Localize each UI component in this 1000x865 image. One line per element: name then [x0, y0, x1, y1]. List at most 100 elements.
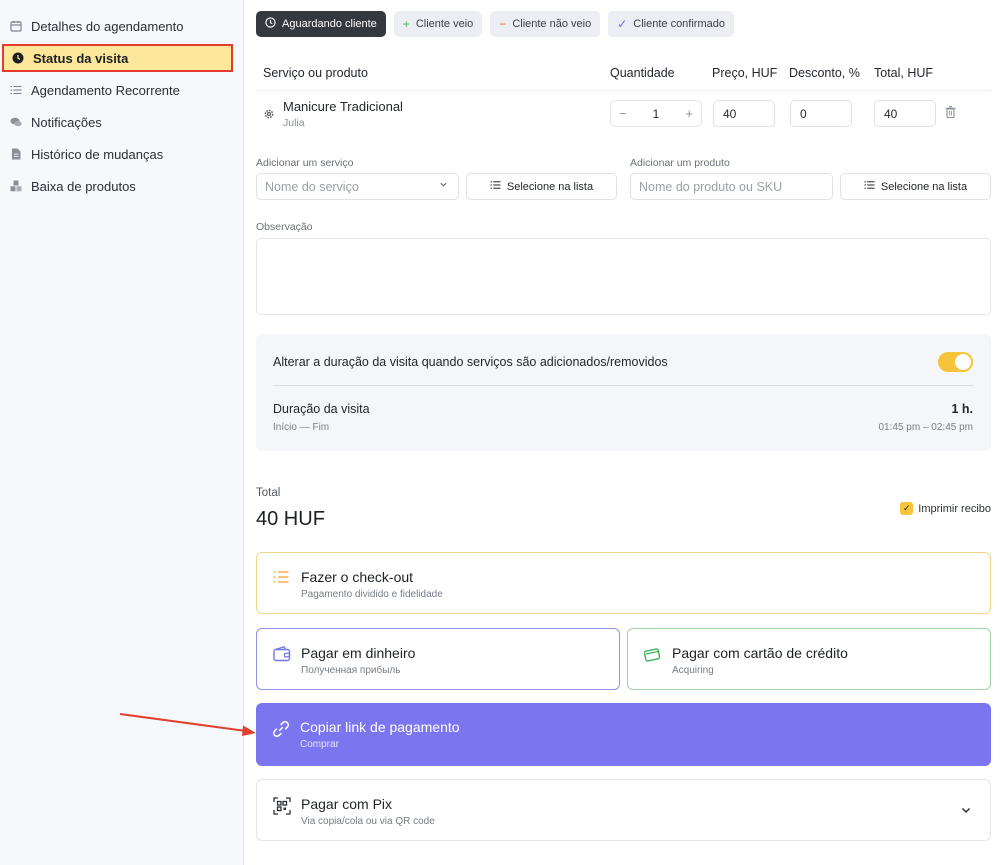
- add-service-label: Adicionar um serviço: [256, 157, 354, 169]
- duration-subtitle: Início — Fim: [273, 422, 330, 433]
- status-came-label: Cliente veio: [415, 18, 474, 30]
- column-quantity: Quantidade: [610, 66, 675, 80]
- calendar-icon: [10, 20, 22, 32]
- copy-payment-link-title: Copiar link de pagamento: [300, 719, 460, 735]
- duration-toggle-label: Alterar a duração da visita quando servi…: [273, 355, 668, 369]
- status-not-came-label: Cliente não veio: [512, 18, 592, 30]
- clock-icon: [12, 52, 24, 64]
- product-name-placeholder: Nome do produto ou SKU: [639, 179, 783, 194]
- decrement-button[interactable]: −: [619, 106, 627, 121]
- product-name-input[interactable]: Nome do produto ou SKU: [630, 173, 833, 200]
- status-not-came-button[interactable]: − Cliente não veio: [490, 11, 601, 37]
- column-total: Total, HUF: [874, 66, 934, 80]
- divider: [273, 385, 973, 386]
- status-confirmed-button[interactable]: ✓ Cliente confirmado: [608, 11, 734, 37]
- sidebar-item-history[interactable]: Histórico de mudanças: [2, 140, 233, 168]
- duration-title: Duração da visita: [273, 402, 370, 416]
- service-name: Manicure Tradicional: [283, 99, 403, 114]
- checkbox-checked-icon: ✓: [900, 502, 914, 515]
- list-icon: [490, 180, 501, 193]
- sidebar-item-label: Notificações: [31, 114, 102, 130]
- visit-status-bar: Aguardando cliente + Cliente veio − Clie…: [256, 11, 734, 37]
- discount-field[interactable]: 0: [790, 100, 852, 127]
- document-icon: [10, 148, 22, 160]
- table-row: Manicure Tradicional Julia − 1 + 40 0 40: [256, 98, 991, 138]
- duration-panel: Alterar a duração da visita quando servi…: [256, 334, 991, 451]
- quantity-stepper: − 1 +: [610, 100, 702, 127]
- sidebar-item-label: Histórico de mudanças: [31, 146, 164, 162]
- annotation-arrow-icon: [119, 713, 256, 736]
- print-receipt-checkbox[interactable]: ✓ Imprimir recibo: [900, 502, 991, 515]
- boxes-icon: [10, 180, 22, 192]
- trash-icon[interactable]: [945, 106, 956, 121]
- chevron-down-icon[interactable]: [960, 803, 972, 815]
- price-field[interactable]: 40: [713, 100, 775, 127]
- status-waiting-button[interactable]: Aguardando cliente: [256, 11, 386, 37]
- service-name-placeholder: Nome do serviço: [265, 179, 359, 194]
- pay-cash-title: Pagar em dinheiro: [301, 645, 416, 661]
- credit-card-icon: [643, 646, 662, 664]
- sidebar-item-label: Detalhes do agendamento: [31, 18, 184, 34]
- link-icon: [272, 720, 290, 738]
- check-icon: ✓: [617, 17, 628, 31]
- select-service-list-button[interactable]: Selecione na lista: [466, 173, 617, 200]
- checkout-title: Fazer o check-out: [301, 569, 414, 585]
- plus-icon: +: [402, 17, 410, 31]
- chat-icon: [10, 116, 22, 128]
- note-textarea[interactable]: [256, 238, 991, 315]
- duration-value: 1 h.: [951, 402, 973, 416]
- select-product-list-label: Selecione na lista: [880, 180, 968, 193]
- duration-toggle[interactable]: [938, 352, 973, 372]
- note-label: Observação: [256, 221, 313, 233]
- sidebar-item-visit-status[interactable]: Status da visita: [2, 44, 233, 72]
- copy-payment-link-button[interactable]: Copiar link de pagamento Comprar: [256, 703, 991, 766]
- pay-pix-subtitle: Via copia/cola ou via QR code: [301, 816, 435, 827]
- list-icon: [273, 570, 291, 588]
- service-name-input[interactable]: Nome do serviço: [256, 173, 459, 200]
- pay-pix-title: Pagar com Pix: [301, 796, 393, 812]
- service-staff: Julia: [283, 117, 305, 129]
- pay-credit-subtitle: Acquiring: [672, 665, 714, 676]
- gear-icon: [263, 108, 275, 123]
- copy-payment-link-subtitle: Comprar: [300, 739, 339, 750]
- sidebar-item-notifications[interactable]: Notificações: [2, 108, 233, 136]
- sidebar-item-product-writeoff[interactable]: Baixa de produtos: [2, 172, 233, 200]
- status-waiting-label: Aguardando cliente: [282, 18, 377, 30]
- select-service-list-label: Selecione na lista: [506, 180, 594, 193]
- pay-cash-subtitle: Полученная прибыль: [301, 665, 401, 676]
- list-icon: [10, 84, 22, 96]
- sidebar-item-label: Agendamento Recorrente: [31, 82, 180, 98]
- sidebar-item-recurring[interactable]: Agendamento Recorrente: [2, 76, 233, 104]
- print-receipt-label: Imprimir recibo: [918, 502, 991, 515]
- select-product-list-button[interactable]: Selecione na lista: [840, 173, 991, 200]
- status-came-button[interactable]: + Cliente veio: [393, 11, 483, 37]
- sidebar-item-appointment-details[interactable]: Detalhes do agendamento: [2, 12, 233, 40]
- divider: [256, 90, 991, 91]
- total-label: Total: [256, 487, 281, 499]
- duration-time-range: 01:45 pm – 02:45 pm: [878, 422, 973, 433]
- main-panel: Aguardando cliente + Cliente veio − Clie…: [256, 0, 991, 865]
- quantity-value[interactable]: 1: [653, 107, 660, 121]
- column-discount: Desconto, %: [789, 66, 860, 80]
- minus-icon: −: [499, 17, 507, 31]
- pay-credit-title: Pagar com cartão de crédito: [672, 645, 848, 661]
- checkout-card[interactable]: Fazer o check-out Pagamento dividido e f…: [256, 552, 991, 614]
- qr-code-icon: [273, 797, 291, 815]
- chevron-down-icon: [439, 180, 448, 192]
- column-price: Preço, HUF: [712, 66, 778, 80]
- total-field[interactable]: 40: [874, 100, 936, 127]
- clock-icon: [265, 17, 276, 31]
- add-product-label: Adicionar um produto: [630, 157, 730, 169]
- column-service: Serviço ou produto: [263, 66, 368, 80]
- pay-cash-card[interactable]: Pagar em dinheiro Полученная прибыль: [256, 628, 620, 690]
- increment-button[interactable]: +: [685, 106, 693, 121]
- total-value: 40 HUF: [256, 508, 325, 530]
- pay-credit-card[interactable]: Pagar com cartão de crédito Acquiring: [627, 628, 991, 690]
- sidebar-item-label: Baixa de produtos: [31, 178, 136, 194]
- list-icon: [864, 180, 875, 193]
- pay-pix-card[interactable]: Pagar com Pix Via copia/cola ou via QR c…: [256, 779, 991, 841]
- checkout-subtitle: Pagamento dividido e fidelidade: [301, 589, 443, 600]
- sidebar-item-label: Status da visita: [33, 50, 129, 66]
- wallet-icon: [273, 646, 291, 664]
- status-confirmed-label: Cliente confirmado: [633, 18, 725, 30]
